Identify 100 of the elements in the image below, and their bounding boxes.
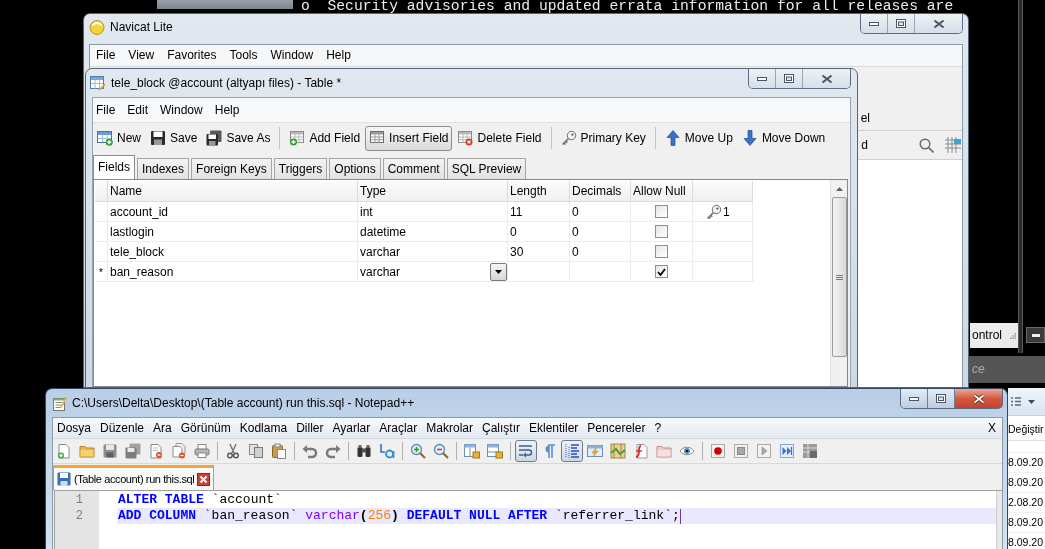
toolbar-button[interactable]: Save bbox=[146, 125, 202, 151]
down-arrow-icon bbox=[741, 130, 758, 146]
close-button[interactable] bbox=[915, 14, 962, 33]
restore-icon bbox=[936, 394, 946, 403]
menu-item[interactable]: Ayarlar bbox=[332, 420, 371, 436]
close-icon bbox=[972, 393, 985, 404]
menu-item[interactable]: File bbox=[96, 102, 116, 118]
list-view-icon[interactable] bbox=[1011, 397, 1021, 406]
notepad-icon bbox=[52, 395, 68, 411]
tab[interactable]: Comment bbox=[382, 158, 445, 179]
menu-item[interactable]: Kodlama bbox=[239, 420, 288, 436]
tab[interactable]: Triggers bbox=[273, 158, 328, 179]
menu-item[interactable]: Tools bbox=[229, 48, 258, 63]
checkbox[interactable] bbox=[655, 245, 668, 258]
code-line: ALTER TABLE `account` bbox=[118, 492, 282, 508]
menu-item[interactable]: Window bbox=[160, 102, 203, 118]
table-cell: int bbox=[358, 202, 508, 222]
combo-box[interactable]: varchar bbox=[358, 262, 508, 282]
dropdown-button[interactable] bbox=[490, 262, 507, 281]
menu-item[interactable]: Ara bbox=[153, 420, 172, 436]
menu-item[interactable]: Window bbox=[270, 48, 314, 63]
tab[interactable]: (Table account) run this.sql bbox=[53, 465, 215, 490]
caret-icon bbox=[495, 269, 502, 274]
fast-forward-icon bbox=[779, 443, 795, 459]
toolbar-button[interactable] bbox=[515, 440, 537, 462]
tab[interactable]: Fields bbox=[93, 155, 135, 179]
menu-item[interactable]: Çalıştır bbox=[482, 420, 520, 436]
grid-icon bbox=[369, 130, 386, 146]
close-icon bbox=[932, 18, 945, 29]
undo-icon bbox=[302, 443, 318, 459]
date-cell: 8.09.20 bbox=[1008, 455, 1044, 470]
menu-item[interactable]: Makrolar bbox=[426, 420, 473, 436]
toolbar-button[interactable]: Save As bbox=[202, 125, 275, 151]
minimize-button[interactable] bbox=[861, 14, 888, 33]
menu-item[interactable]: Düzenle bbox=[100, 420, 145, 436]
close-icon[interactable] bbox=[197, 472, 211, 486]
close-document-button[interactable]: X bbox=[988, 420, 996, 436]
maximize-button[interactable] bbox=[776, 69, 803, 88]
checkbox[interactable] bbox=[655, 205, 668, 218]
toolbar-button[interactable]: New bbox=[93, 125, 145, 151]
window-title: Navicat Lite bbox=[110, 19, 173, 35]
grid-icon[interactable] bbox=[945, 137, 961, 153]
checkbox[interactable] bbox=[655, 225, 668, 238]
menu-item[interactable]: Dosya bbox=[57, 420, 91, 436]
toolbar-button[interactable]: Add Field bbox=[285, 125, 365, 151]
tab[interactable]: SQL Preview bbox=[446, 158, 527, 179]
toolbar-button[interactable]: Move Down bbox=[737, 125, 830, 151]
close-button[interactable] bbox=[803, 69, 850, 88]
menu-item[interactable]: Pencereler bbox=[587, 420, 646, 436]
play-icon bbox=[756, 443, 772, 459]
window-lightning-icon bbox=[587, 443, 603, 459]
menu-item[interactable]: Edit bbox=[127, 102, 149, 118]
resize-grip-icon bbox=[1010, 332, 1016, 339]
table-cell bbox=[508, 262, 570, 282]
menu-item[interactable]: View bbox=[128, 48, 155, 63]
maximize-button[interactable] bbox=[928, 389, 955, 408]
maximize-button[interactable] bbox=[888, 14, 915, 33]
printer-icon bbox=[194, 443, 210, 459]
toolbar-button[interactable]: Move Up bbox=[660, 125, 737, 151]
minimize-button[interactable] bbox=[749, 69, 776, 88]
floppy-disks-icon bbox=[206, 130, 223, 146]
menu-item[interactable]: ? bbox=[654, 420, 662, 436]
scrollbar-thumb[interactable] bbox=[831, 197, 847, 357]
toolbar-button[interactable]: el bbox=[860, 111, 870, 125]
minimize-button[interactable] bbox=[901, 389, 928, 408]
column-header[interactable]: Değiştir bbox=[1008, 419, 1045, 441]
table-cell: ban_reason bbox=[108, 262, 358, 282]
search-icon[interactable] bbox=[919, 137, 934, 153]
tab[interactable]: Foreign Keys bbox=[191, 158, 272, 179]
word-wrap-icon bbox=[518, 443, 534, 459]
floppy-disks-icon bbox=[125, 443, 141, 459]
minimize-button[interactable] bbox=[1026, 327, 1045, 343]
menu-item[interactable]: File bbox=[96, 48, 116, 63]
menu-item[interactable]: Diller bbox=[296, 420, 324, 436]
menu-item[interactable]: Help bbox=[214, 102, 240, 118]
menu-item[interactable]: Görünüm bbox=[180, 420, 231, 436]
app-icon bbox=[89, 19, 105, 35]
checkbox[interactable] bbox=[655, 265, 668, 278]
date-cell: 8.09.20 bbox=[1008, 515, 1044, 530]
tab[interactable]: Options bbox=[329, 158, 381, 179]
row-header[interactable]: * bbox=[95, 262, 108, 282]
tab[interactable]: d bbox=[861, 138, 868, 152]
restore-icon bbox=[784, 74, 794, 83]
minimize-icon bbox=[909, 396, 919, 401]
table-cell: varchar bbox=[358, 242, 508, 262]
folder-icon bbox=[79, 443, 95, 459]
menu-item[interactable]: Araçlar bbox=[379, 420, 418, 436]
menu-item[interactable]: Help bbox=[326, 48, 351, 63]
terminal-line: o Security advisories and updated errata information for all releases are bbox=[301, 0, 954, 12]
toolbar-button[interactable]: Delete Field bbox=[453, 125, 546, 151]
column-header: Length bbox=[508, 181, 570, 202]
toolbar-button[interactable]: Primary Key bbox=[556, 125, 650, 151]
stop-icon bbox=[733, 443, 749, 459]
code-line: ADD COLUMN `ban_reason` varchar(256) DEFAULT NULL AFTER `referrer_link`; bbox=[118, 508, 680, 524]
caret-icon[interactable] bbox=[1028, 399, 1035, 404]
tab[interactable]: Indexes bbox=[137, 158, 190, 179]
menu-item[interactable]: Eklentiler bbox=[529, 420, 579, 436]
close-button[interactable] bbox=[955, 389, 1002, 408]
toolbar-button[interactable]: Insert Field bbox=[365, 125, 453, 151]
menu-item[interactable]: Favorites bbox=[167, 48, 217, 63]
